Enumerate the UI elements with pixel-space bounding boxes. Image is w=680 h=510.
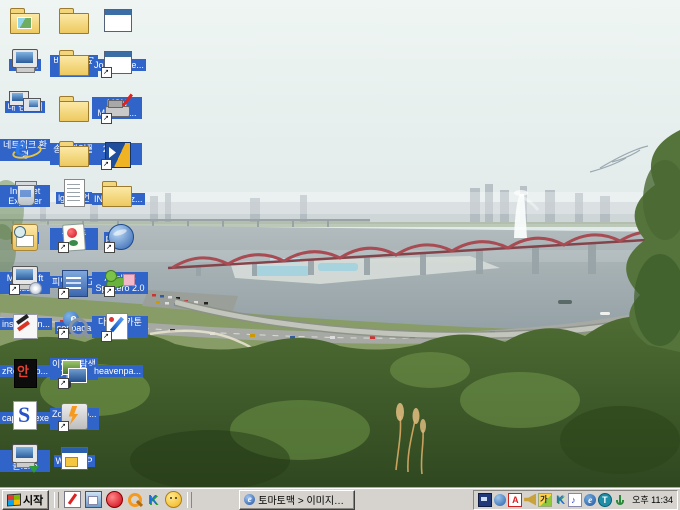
internet-icon[interactable] bbox=[584, 494, 596, 506]
icon-glyph bbox=[56, 221, 92, 253]
taskbar-grip bbox=[54, 492, 59, 508]
shortcut-arrow-icon bbox=[101, 159, 112, 170]
show-desktop-icon[interactable] bbox=[85, 491, 102, 508]
desktop-icon-heavenpa[interactable]: heavenpa... bbox=[92, 310, 142, 379]
music-app-icon[interactable] bbox=[568, 493, 582, 507]
download-anchor-icon[interactable] bbox=[614, 494, 626, 506]
korean-ime-icon[interactable] bbox=[538, 493, 552, 507]
network-globe-icon[interactable] bbox=[494, 494, 506, 506]
t-service-icon[interactable] bbox=[598, 493, 612, 507]
icon-glyph bbox=[102, 221, 138, 253]
shortcut-arrow-icon bbox=[58, 421, 69, 432]
icon-glyph bbox=[7, 88, 43, 120]
start-button[interactable]: 시작 bbox=[2, 490, 49, 510]
volume-icon[interactable] bbox=[524, 494, 536, 506]
tray-icon-group bbox=[478, 493, 626, 507]
internet-explorer-icon: e bbox=[244, 494, 255, 505]
icon-glyph bbox=[7, 46, 43, 78]
desktop-icon-grid: 내 문서 바로가기모음 JournalVie... 내 컴퓨터 bbox=[0, 0, 170, 488]
icon-glyph bbox=[7, 4, 43, 36]
task-window-button[interactable]: e 토마토맥 > 이미지방 1... bbox=[239, 490, 355, 510]
icon-glyph bbox=[56, 4, 92, 36]
k-app-icon[interactable] bbox=[146, 492, 161, 507]
shortcut-arrow-icon bbox=[9, 284, 20, 295]
icon-glyph bbox=[56, 307, 92, 339]
icon-glyph bbox=[56, 92, 92, 124]
icon-glyph bbox=[7, 441, 43, 473]
shortcut-arrow-icon bbox=[104, 286, 115, 297]
k-messenger-icon[interactable] bbox=[554, 494, 566, 506]
icon-glyph bbox=[56, 267, 92, 299]
quick-launch-bar bbox=[62, 491, 184, 508]
antivirus-v3-icon[interactable] bbox=[508, 493, 522, 507]
shortcut-arrow-icon bbox=[101, 67, 112, 78]
tv-app-icon[interactable] bbox=[478, 493, 492, 507]
shortcut-arrow-icon bbox=[58, 242, 69, 253]
clock[interactable]: 오후 11:34 bbox=[632, 493, 673, 506]
icon-label: heavenpa... bbox=[92, 365, 143, 377]
system-tray: 오후 11:34 bbox=[473, 490, 678, 510]
icon-glyph bbox=[56, 46, 92, 78]
icon-glyph bbox=[56, 357, 92, 389]
icon-glyph bbox=[7, 399, 43, 431]
icon-glyph bbox=[7, 263, 43, 295]
taskbar: 시작 e 토마토맥 > 이미지방 1... 오후 11:34 bbox=[0, 488, 680, 510]
shortcut-arrow-icon bbox=[104, 242, 115, 253]
task-window-label: 토마토맥 > 이미지방 1... bbox=[258, 492, 350, 507]
shortcut-arrow-icon bbox=[58, 378, 69, 389]
icon-glyph bbox=[56, 137, 92, 169]
icon-glyph bbox=[99, 138, 135, 170]
icon-glyph bbox=[7, 221, 43, 253]
shortcut-arrow-icon bbox=[101, 113, 112, 124]
icon-glyph bbox=[7, 177, 43, 209]
compose-mail-icon[interactable] bbox=[64, 491, 81, 508]
icon-glyph bbox=[99, 177, 135, 209]
messenger-face-icon[interactable] bbox=[165, 491, 182, 508]
search-icon[interactable] bbox=[127, 492, 142, 507]
icon-glyph bbox=[102, 265, 138, 297]
start-button-label: 시작 bbox=[23, 492, 43, 508]
icon-glyph bbox=[99, 92, 135, 124]
taskbar-grip bbox=[187, 492, 192, 508]
icon-glyph bbox=[7, 357, 43, 389]
icon-glyph bbox=[99, 46, 135, 78]
icon-glyph bbox=[56, 177, 92, 209]
shortcut-arrow-icon bbox=[101, 331, 112, 342]
windows-flag-icon bbox=[8, 494, 20, 505]
shortcut-arrow-icon bbox=[58, 288, 69, 299]
desktop[interactable]: 내 문서 바로가기모음 JournalVie... 내 컴퓨터 bbox=[0, 0, 680, 510]
icon-glyph bbox=[7, 134, 43, 166]
icon-glyph bbox=[56, 400, 92, 432]
icon-glyph bbox=[99, 4, 135, 36]
icon-glyph bbox=[7, 310, 43, 342]
icon-glyph bbox=[99, 310, 135, 342]
media-player-icon[interactable] bbox=[106, 491, 123, 508]
shortcut-arrow-icon bbox=[58, 328, 69, 339]
icon-glyph bbox=[56, 442, 92, 474]
